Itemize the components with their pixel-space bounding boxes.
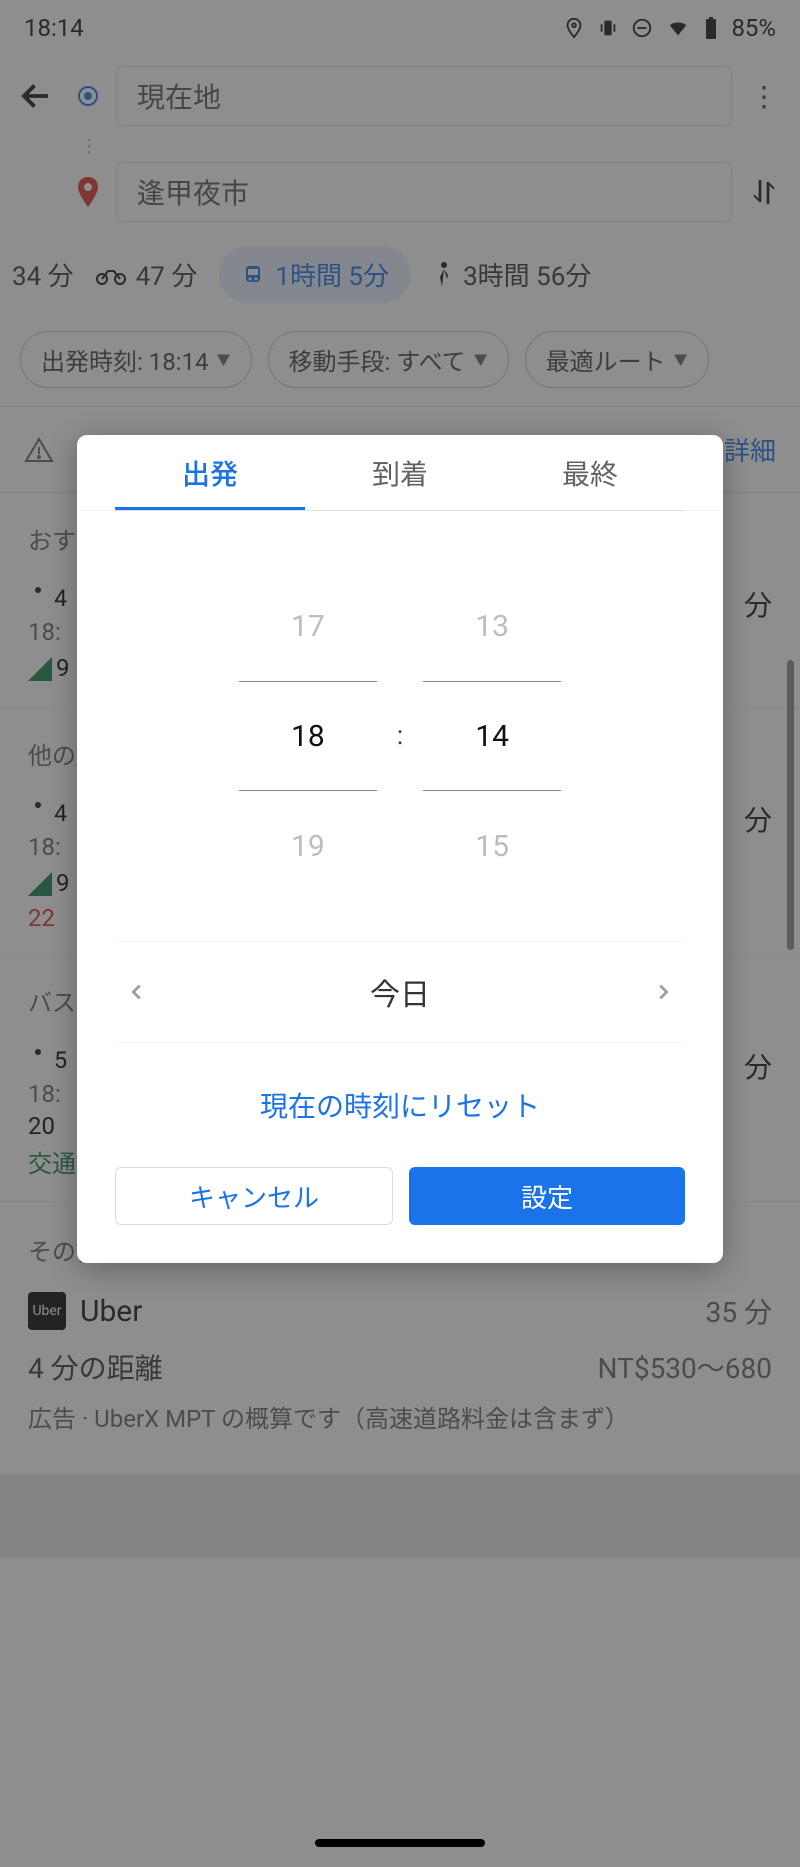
tab-depart[interactable]: 出発 <box>115 435 305 510</box>
time-colon: : <box>397 721 403 751</box>
date-selector: 今日 <box>117 941 683 1043</box>
time-picker-dialog: 出発 到着 最終 17 18 19 : 13 14 15 今日 現在の時刻にリセ… <box>77 435 723 1263</box>
tab-last[interactable]: 最終 <box>495 435 685 510</box>
dialog-buttons: キャンセル 設定 <box>77 1167 723 1263</box>
date-label[interactable]: 今日 <box>370 970 430 1014</box>
tab-arrive[interactable]: 到着 <box>305 435 495 510</box>
cancel-button[interactable]: キャンセル <box>115 1167 393 1225</box>
prev-day-button[interactable] <box>117 972 157 1012</box>
hour-wheel[interactable]: 17 18 19 <box>239 571 377 901</box>
set-button[interactable]: 設定 <box>409 1167 685 1225</box>
reset-time-link[interactable]: 現在の時刻にリセット <box>77 1043 723 1167</box>
next-day-button[interactable] <box>643 972 683 1012</box>
scroll-indicator <box>787 660 794 950</box>
dialog-tabbar: 出発 到着 最終 <box>77 435 723 511</box>
nav-handle[interactable] <box>315 1839 485 1847</box>
time-picker: 17 18 19 : 13 14 15 <box>77 511 723 941</box>
minute-wheel[interactable]: 13 14 15 <box>423 571 561 901</box>
